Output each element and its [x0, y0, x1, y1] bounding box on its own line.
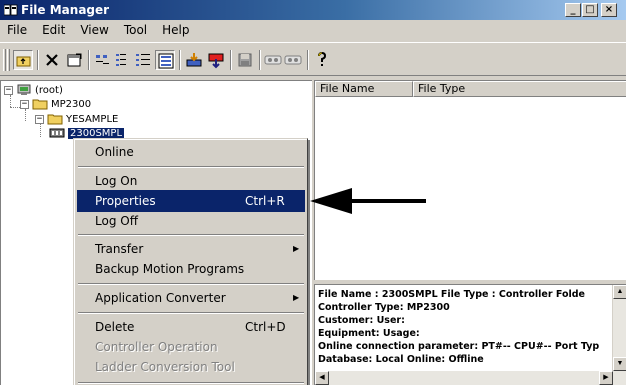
context-menu: Online Log On Properties Ctrl+R Log Off … — [73, 138, 308, 385]
close-button[interactable]: × — [601, 3, 617, 17]
tree-label-2300smpl: 2300SMPL — [68, 127, 125, 139]
menu-item-label: Delete — [95, 320, 135, 334]
menu-item-delete[interactable]: Delete Ctrl+D — [77, 316, 305, 338]
menu-item-log-off[interactable]: Log Off — [77, 210, 305, 232]
file-manager-window: File Manager _ □ × File Edit View Tool H… — [0, 0, 626, 385]
menu-view[interactable]: View — [79, 23, 109, 37]
menu-item-shortcut: Ctrl+R — [245, 194, 285, 208]
menu-item-label: Ladder Conversion Tool — [95, 360, 235, 374]
scroll-up-icon[interactable]: ▲ — [613, 285, 626, 299]
save-icon[interactable] — [235, 50, 255, 70]
menu-file[interactable]: File — [6, 23, 28, 37]
menu-item-label: Log Off — [95, 214, 138, 228]
detail-view-icon[interactable] — [133, 50, 153, 70]
callout-arrow-icon — [310, 188, 426, 214]
toolbar-grip[interactable] — [3, 49, 6, 71]
collapse-toggle[interactable]: − — [4, 85, 13, 95]
menu-help[interactable]: Help — [161, 23, 190, 37]
program-icon — [49, 128, 65, 138]
minimize-button[interactable]: _ — [565, 3, 581, 17]
toolbar-separator — [37, 50, 39, 70]
tree-label-mp2300: MP2300 — [51, 98, 92, 110]
toolbar-grip-2 — [7, 49, 10, 71]
menu-item-online[interactable]: Online — [77, 141, 305, 163]
properties-icon[interactable] — [64, 50, 84, 70]
upload-icon[interactable] — [206, 50, 226, 70]
tree-node-yesample[interactable]: − YESAMPLE — [35, 112, 118, 126]
title-bar[interactable]: File Manager _ □ × — [0, 0, 626, 20]
info-controller-type: Controller Type: MP2300 — [318, 302, 450, 313]
menu-item-properties[interactable]: Properties Ctrl+R — [77, 190, 305, 212]
toolbar-separator-5 — [259, 50, 261, 70]
column-header-file-type[interactable]: File Type — [413, 81, 626, 97]
tree-label-yesample: YESAMPLE — [66, 113, 119, 125]
scroll-left-icon[interactable]: ◀ — [315, 371, 329, 385]
menu-item-label: Backup Motion Programs — [95, 262, 245, 276]
computer-root-icon — [17, 84, 31, 95]
list-view-icon[interactable] — [113, 50, 133, 70]
collapse-toggle[interactable]: − — [20, 99, 29, 109]
info-database: Database: Local Online: Offline — [318, 354, 484, 365]
collapse-toggle[interactable]: − — [35, 114, 44, 124]
menu-bar: File Edit View Tool Help — [0, 20, 626, 40]
toolbar-separator-4 — [230, 50, 232, 70]
small-icons-icon[interactable] — [93, 50, 113, 70]
menu-separator — [78, 382, 304, 384]
maximize-button[interactable]: □ — [582, 3, 598, 17]
large-icons-icon[interactable] — [155, 50, 175, 70]
info-customer: Customer: User: — [318, 315, 405, 326]
menu-separator — [78, 234, 304, 236]
menu-item-label: Controller Operation — [95, 340, 218, 354]
tree-connector-h — [10, 107, 20, 108]
menu-item-shortcut: Ctrl+D — [245, 320, 286, 334]
scroll-down-icon[interactable]: ▼ — [613, 357, 626, 371]
submenu-arrow-icon: ▶ — [293, 244, 300, 253]
toolbar — [0, 42, 626, 76]
column-header-file-name[interactable]: File Name — [315, 81, 413, 97]
up-folder-icon[interactable] — [13, 50, 33, 70]
menu-item-label: Application Converter — [95, 291, 226, 305]
file-info-pane[interactable]: File Name : 2300SMPL File Type : Control… — [314, 284, 626, 385]
menu-edit[interactable]: Edit — [41, 23, 66, 37]
info-online-param: Online connection parameter: PT#-- CPU#-… — [318, 341, 600, 352]
menu-separator — [78, 283, 304, 285]
info-file-name: File Name : 2300SMPL File Type : Control… — [318, 289, 585, 300]
file-manager-app-icon — [4, 4, 18, 16]
toolbar-separator-2 — [88, 50, 90, 70]
list-header: File Name File Type — [315, 81, 626, 97]
scroll-right-icon[interactable]: ▶ — [599, 371, 613, 385]
menu-item-label: Transfer — [95, 242, 144, 256]
menu-tool[interactable]: Tool — [123, 23, 148, 37]
tree-node-mp2300[interactable]: − MP2300 — [20, 97, 91, 111]
window-title: File Manager — [21, 3, 110, 17]
menu-item-transfer[interactable]: Transfer ▶ — [77, 238, 305, 260]
folder-icon — [32, 99, 48, 110]
submenu-arrow-icon: ▶ — [293, 293, 300, 302]
menu-item-controller-operation[interactable]: Controller Operation — [77, 336, 305, 358]
download-icon[interactable] — [184, 50, 204, 70]
tree-node-root[interactable]: − (root) — [4, 83, 63, 97]
tape-icon[interactable] — [263, 50, 283, 70]
info-vertical-scrollbar[interactable]: ▲ ▼ — [612, 285, 626, 385]
file-list-pane[interactable]: File Name File Type — [314, 80, 626, 280]
info-equipment: Equipment: Usage: — [318, 328, 420, 339]
menu-separator — [78, 312, 304, 314]
tree-label-root: (root) — [35, 84, 63, 96]
menu-item-label: Properties — [95, 194, 156, 208]
menu-item-label: Log On — [95, 174, 138, 188]
menu-item-ladder-conversion-tool[interactable]: Ladder Conversion Tool — [77, 356, 305, 378]
info-horizontal-scrollbar[interactable]: ◀ ▶ — [315, 371, 613, 385]
menu-item-application-converter[interactable]: Application Converter ▶ — [77, 287, 305, 309]
tape2-icon[interactable] — [283, 50, 303, 70]
menu-item-log-on[interactable]: Log On — [77, 170, 305, 192]
menu-item-backup-motion-programs[interactable]: Backup Motion Programs — [77, 258, 305, 280]
menu-item-label: Online — [95, 145, 134, 159]
toolbar-separator-6 — [307, 50, 309, 70]
menu-separator — [78, 166, 304, 168]
delete-icon[interactable] — [42, 50, 62, 70]
help-icon[interactable] — [312, 50, 332, 70]
open-folder-icon — [47, 114, 63, 125]
toolbar-separator-3 — [179, 50, 181, 70]
